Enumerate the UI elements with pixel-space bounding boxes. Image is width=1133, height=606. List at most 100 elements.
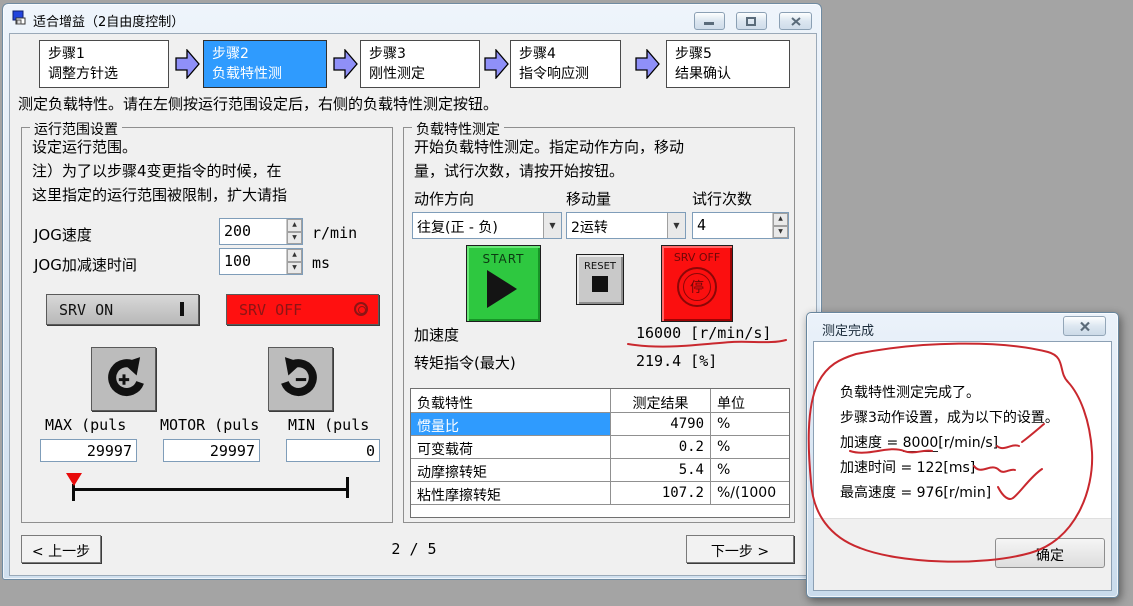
dialog-line-1: 负载特性测定完成了。 (840, 382, 980, 402)
max-pulse-label: MAX (puls (45, 416, 126, 434)
direction-label: 动作方向 (414, 188, 474, 209)
minimize-button[interactable] (694, 12, 725, 30)
spinner-up-button[interactable]: ▲ (287, 219, 302, 232)
desktop: 适合增益（2自由度控制） 步骤1 调整方针选 步骤2 负载特性测 (0, 0, 1133, 606)
range-desc-2: 注）为了以步骤4变更指令的时候，在 (32, 160, 282, 181)
close-button[interactable] (779, 12, 812, 30)
jog-time-label: JOG加减速时间 (34, 254, 137, 275)
slider-marker-icon[interactable] (66, 473, 82, 486)
jog-cw-button[interactable] (268, 347, 333, 411)
main-window: 适合增益（2自由度控制） 步骤1 调整方针选 步骤2 负载特性测 (2, 3, 822, 580)
power-on-icon (180, 302, 184, 316)
row-value: 107.2 (611, 482, 711, 505)
jog-time-spinner[interactable]: 100 ▲ ▼ (219, 248, 303, 275)
spinner-down-button[interactable]: ▼ (773, 226, 788, 239)
next-step-button[interactable]: 下一步 > (686, 535, 794, 563)
table-row[interactable]: 惯量比 4790 % (411, 413, 789, 436)
spinner-down-button[interactable]: ▼ (287, 262, 302, 275)
spinner-up-button[interactable]: ▲ (773, 213, 788, 226)
wizard-description: 测定负载特性。请在左侧按运行范围设定后，右侧的负载特性测定按钮。 (18, 93, 498, 114)
step-5-label: 结果确认 (675, 64, 789, 84)
spinner-up-button[interactable]: ▲ (287, 249, 302, 262)
step-3-label: 刚性测定 (369, 64, 479, 84)
table-row[interactable]: 可变载荷 0.2 % (411, 436, 789, 459)
direction-value: 往复(正 - 负) (413, 213, 543, 238)
row-name[interactable]: 可变载荷 (411, 436, 611, 459)
reset-label: RESET (577, 261, 623, 272)
wizard-content: 步骤1 调整方针选 步骤2 负载特性测 步骤3 刚性测定 步骤4 指令响应测 (9, 33, 817, 576)
step-4-num: 步骤4 (519, 44, 620, 64)
measure-desc-2: 量，试行次数，请按开始按钮。 (414, 160, 624, 181)
maximize-button[interactable] (736, 12, 767, 30)
srv-off-stop-label: SRV OFF (662, 251, 732, 264)
table-header-row: 负载特性 测定结果 单位 (411, 389, 789, 413)
dialog-time-line: 加速时间 = 122[ms] (840, 457, 975, 477)
spinner-down-button[interactable]: ▼ (287, 232, 302, 245)
stop-square-icon (592, 276, 608, 292)
measurement-complete-dialog: 测定完成 负载特性测定完成了。 步骤3动作设置，成为以下的设置。 加速度 = 8… (806, 312, 1119, 598)
main-titlebar[interactable]: 适合增益（2自由度控制） (3, 4, 821, 32)
table-row[interactable]: 动摩擦转矩 5.4 % (411, 459, 789, 482)
step-arrow-icon (635, 49, 660, 79)
jog-ccw-button[interactable] (91, 347, 156, 411)
range-desc-1: 设定运行范围。 (32, 136, 137, 157)
slider-tick-right (346, 477, 349, 498)
step-arrow-icon (175, 49, 200, 79)
window-title: 适合增益（2自由度控制） (33, 11, 184, 30)
direction-combo[interactable]: 往复(正 - 负) ▼ (412, 212, 562, 239)
row-unit: % (711, 459, 789, 482)
jog-speed-spinner[interactable]: 200 ▲ ▼ (219, 218, 303, 245)
step-5: 步骤5 结果确认 (666, 40, 790, 88)
min-pulse-field[interactable]: 0 (286, 439, 380, 462)
step-3-num: 步骤3 (369, 44, 479, 64)
row-unit: % (711, 413, 789, 436)
ok-button[interactable]: 确定 (995, 538, 1105, 568)
torque-label: 转矩指令(最大) (414, 352, 516, 373)
step-4: 步骤4 指令响应测 (510, 40, 621, 88)
stop-ring-icon: 停 (677, 267, 717, 307)
step-1-label: 调整方针选 (48, 64, 168, 84)
accel-value: 16000 [r/min/s] (636, 324, 771, 342)
dialog-title: 测定完成 (822, 320, 874, 339)
reset-button[interactable]: RESET (576, 254, 624, 305)
row-name[interactable]: 粘性摩擦转矩 (411, 482, 611, 505)
slider-track[interactable] (73, 488, 349, 491)
accel-result-value: 8000 (903, 435, 939, 452)
power-off-icon (354, 302, 368, 316)
table-header: 测定结果 (611, 389, 711, 413)
dialog-close-button[interactable] (1063, 316, 1106, 336)
trials-label: 试行次数 (692, 188, 752, 209)
row-name[interactable]: 动摩擦转矩 (411, 459, 611, 482)
measure-desc-1: 开始负载特性测定。指定动作方向，移动 (414, 136, 684, 157)
srv-off-stop-button[interactable]: SRV OFF 停 (661, 245, 733, 322)
table-row[interactable]: 粘性摩擦转矩 107.2 %/(1000 (411, 482, 789, 505)
step-2-num: 步骤2 (212, 44, 326, 64)
motor-pulse-field[interactable]: 29997 (163, 439, 260, 462)
row-unit: % (711, 436, 789, 459)
trials-spinner[interactable]: 4 ▲ ▼ (692, 212, 789, 239)
chevron-down-icon[interactable]: ▼ (543, 213, 561, 238)
row-value: 4790 (611, 413, 711, 436)
slider-tick-left (72, 484, 75, 501)
minimize-icon (704, 17, 715, 26)
step-1: 步骤1 调整方针选 (39, 40, 169, 88)
srv-on-button[interactable]: SRV ON (46, 294, 199, 325)
row-value: 5.4 (611, 459, 711, 482)
max-pulse-field[interactable]: 29997 (40, 439, 137, 462)
movement-combo[interactable]: 2运转 ▼ (566, 212, 686, 239)
row-unit: %/(1000 (711, 482, 789, 505)
jog-speed-value[interactable]: 200 (220, 219, 286, 244)
accel-suffix: [r/min/s] (938, 435, 998, 451)
srv-off-button[interactable]: SRV OFF (226, 294, 379, 325)
row-name[interactable]: 惯量比 (411, 413, 611, 436)
chevron-down-icon[interactable]: ▼ (667, 213, 685, 238)
jog-time-value[interactable]: 100 (220, 249, 286, 274)
jog-speed-label: JOG速度 (34, 224, 92, 245)
min-pulse-label: MIN (puls (288, 416, 369, 434)
motor-pulse-label: MOTOR (puls (160, 416, 259, 434)
step-4-label: 指令响应测 (519, 64, 620, 84)
step-2-active: 步骤2 负载特性测 (203, 40, 327, 88)
step-arrow-icon (333, 49, 358, 79)
start-button[interactable]: START (466, 245, 541, 322)
trials-value[interactable]: 4 (693, 213, 772, 238)
